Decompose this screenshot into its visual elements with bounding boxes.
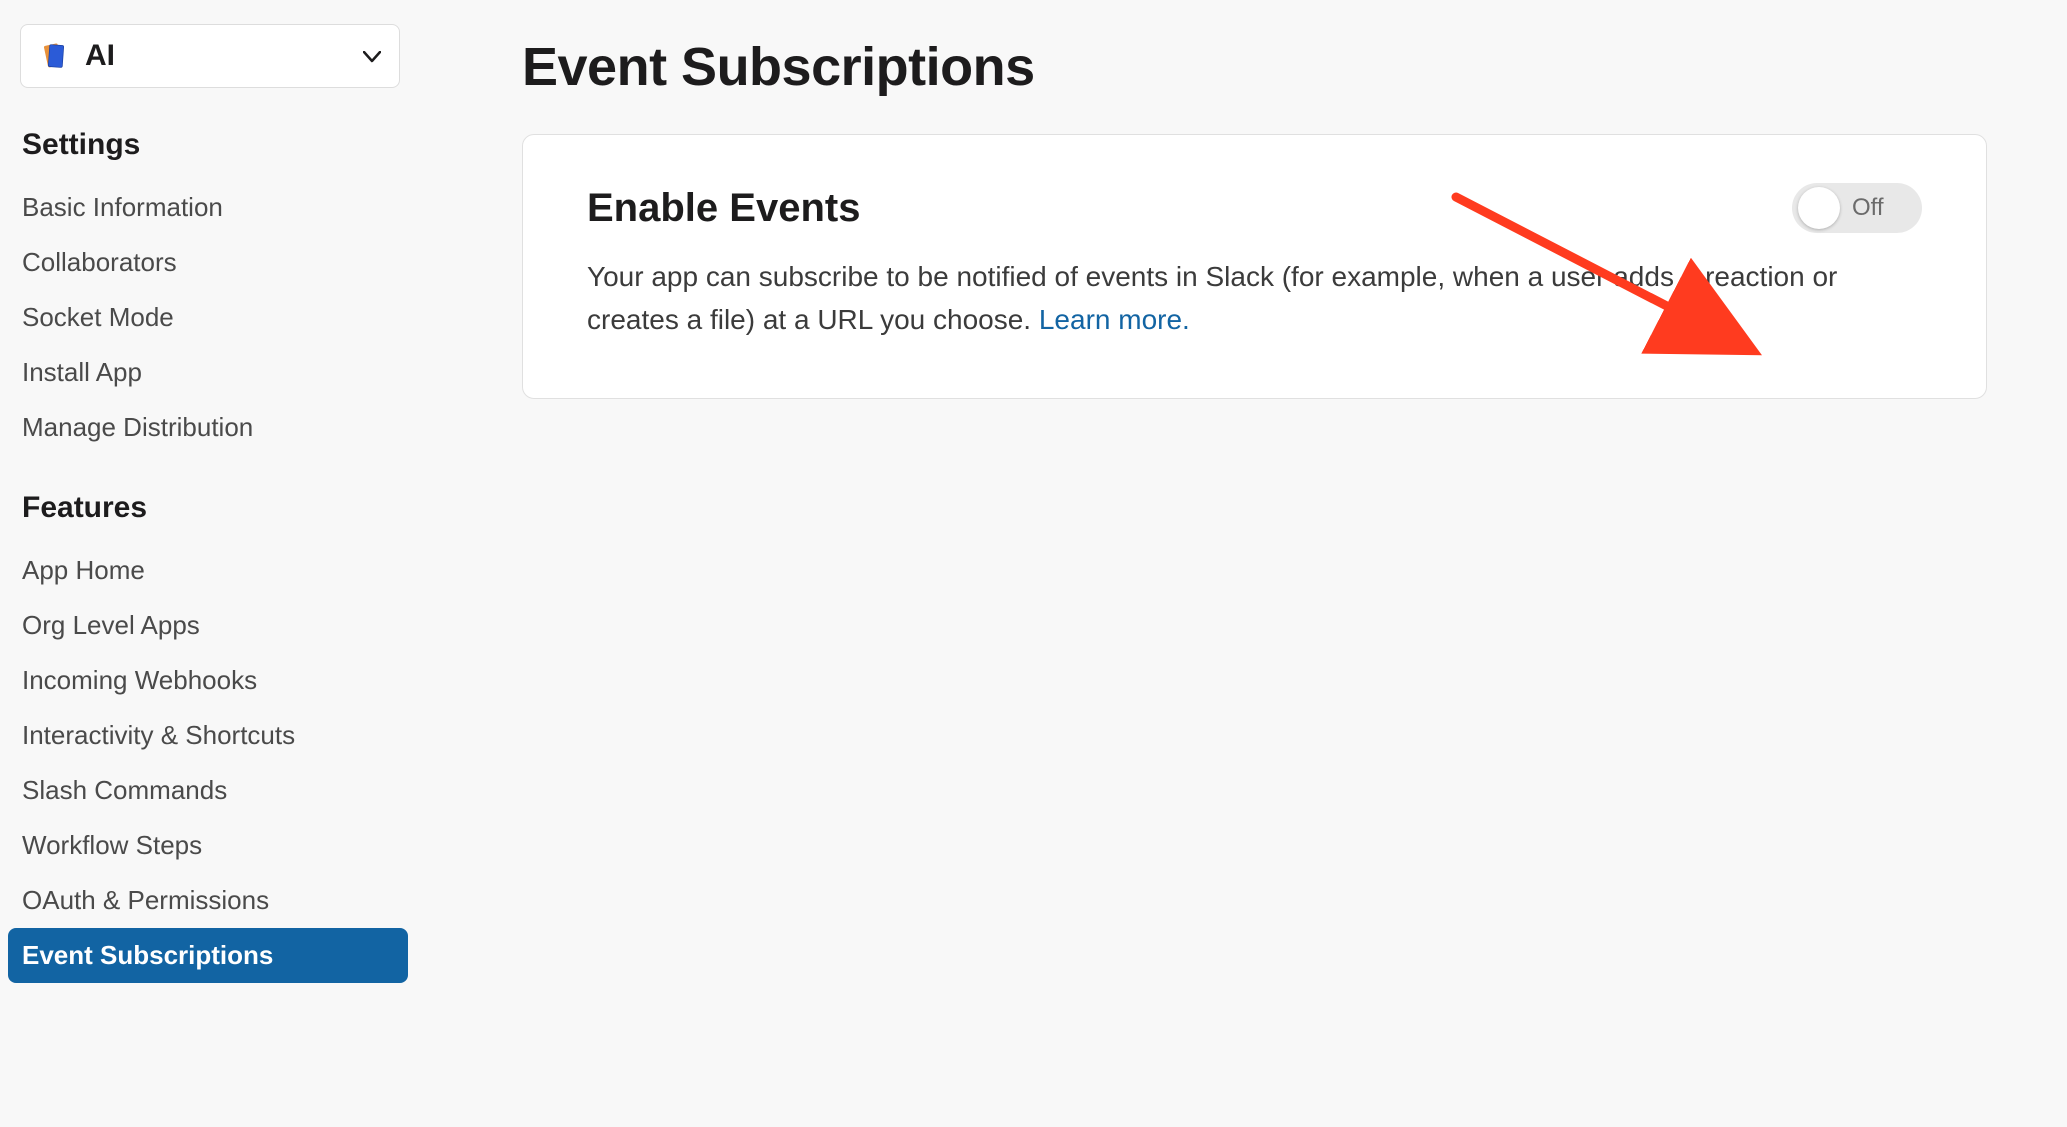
sidebar-item-app-home[interactable]: App Home xyxy=(12,543,408,598)
sidebar-item-event-subscriptions[interactable]: Event Subscriptions xyxy=(8,928,408,983)
app-selector-dropdown[interactable]: AI xyxy=(20,24,400,88)
app-layout: AI SettingsBasic InformationCollaborator… xyxy=(0,0,2067,983)
enable-events-card: Enable Events Off Your app can subscribe… xyxy=(522,134,1987,399)
main-content: Event Subscriptions Enable Events Off Yo… xyxy=(432,24,2067,983)
toggle-label: Off xyxy=(1852,194,1884,222)
page-title: Event Subscriptions xyxy=(522,36,1987,98)
sidebar-section-title: Features xyxy=(12,479,408,543)
sidebar-item-collaborators[interactable]: Collaborators xyxy=(12,235,408,290)
sidebar-item-oauth-permissions[interactable]: OAuth & Permissions xyxy=(12,873,408,928)
sidebar-item-install-app[interactable]: Install App xyxy=(12,345,408,400)
app-icon xyxy=(39,40,71,72)
sidebar-item-slash-commands[interactable]: Slash Commands xyxy=(12,763,408,818)
card-description-text: Your app can subscribe to be notified of… xyxy=(587,261,1837,335)
card-description: Your app can subscribe to be notified of… xyxy=(587,255,1922,342)
chevron-down-icon xyxy=(363,43,381,69)
sidebar-item-manage-distribution[interactable]: Manage Distribution xyxy=(12,400,408,455)
toggle-knob xyxy=(1798,187,1840,229)
sidebar: AI SettingsBasic InformationCollaborator… xyxy=(12,24,432,983)
sidebar-item-incoming-webhooks[interactable]: Incoming Webhooks xyxy=(12,653,408,708)
sidebar-item-workflow-steps[interactable]: Workflow Steps xyxy=(12,818,408,873)
card-header: Enable Events Off xyxy=(587,183,1922,233)
sidebar-item-interactivity-shortcuts[interactable]: Interactivity & Shortcuts xyxy=(12,708,408,763)
sidebar-section-title: Settings xyxy=(12,116,408,180)
sidebar-item-basic-information[interactable]: Basic Information xyxy=(12,180,408,235)
card-title: Enable Events xyxy=(587,186,860,231)
sidebar-item-socket-mode[interactable]: Socket Mode xyxy=(12,290,408,345)
learn-more-link[interactable]: Learn more. xyxy=(1039,304,1190,335)
sidebar-item-org-level-apps[interactable]: Org Level Apps xyxy=(12,598,408,653)
sidebar-nav: SettingsBasic InformationCollaboratorsSo… xyxy=(12,116,408,983)
app-selector-name: AI xyxy=(85,39,349,73)
section-gap xyxy=(12,455,408,479)
enable-events-toggle[interactable]: Off xyxy=(1792,183,1922,233)
